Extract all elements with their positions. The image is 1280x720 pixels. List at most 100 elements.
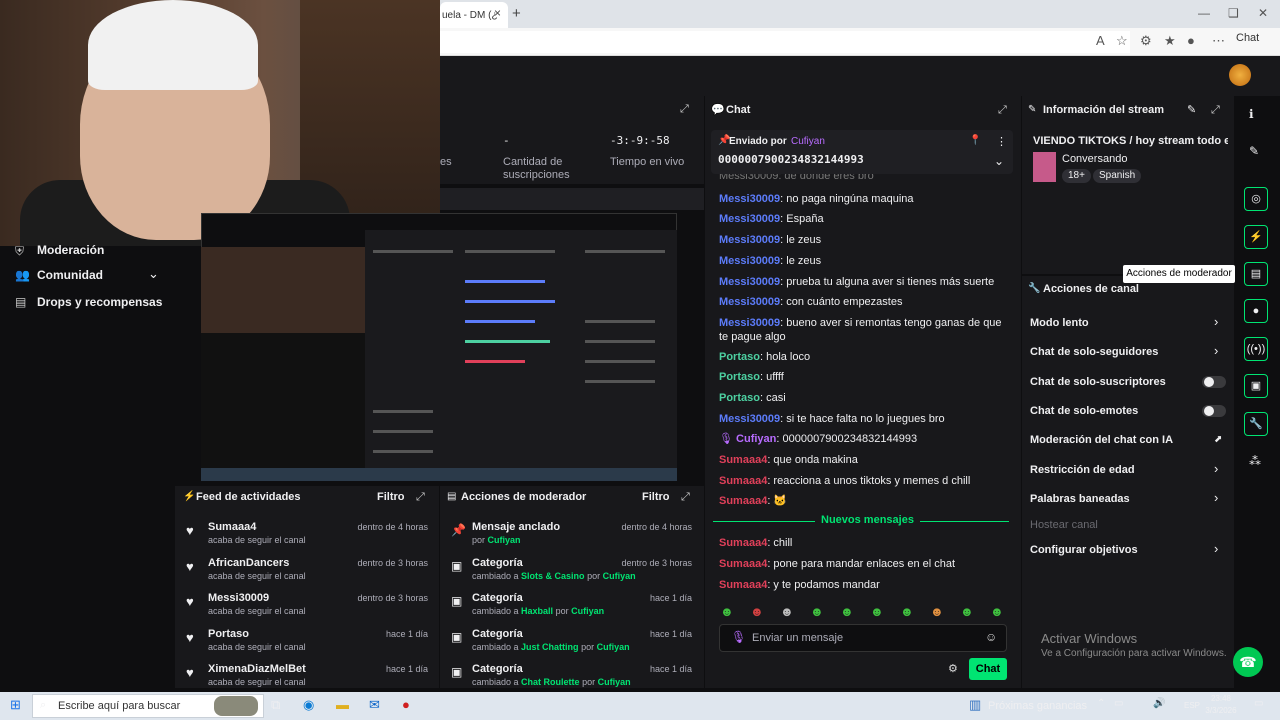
chevron-right-icon[interactable]: ›	[1214, 461, 1218, 476]
headset-help-button[interactable]: ☎	[1233, 647, 1263, 677]
mod-action-target[interactable]: Haxball	[521, 606, 553, 616]
activity-filter-button[interactable]: Filtro	[377, 491, 405, 503]
emote-icon[interactable]: ☻	[990, 604, 1004, 619]
task-view-icon[interactable]: ⧉	[271, 697, 280, 713]
user-avatar[interactable]	[1229, 64, 1251, 86]
wrench-icon[interactable]: 🔧	[1244, 412, 1268, 436]
chat-username[interactable]: Messi30009	[719, 234, 780, 246]
chevron-right-icon[interactable]: ›	[1214, 343, 1218, 358]
emote-icon[interactable]: ☻	[960, 604, 974, 619]
mic-icon[interactable]: 🎙	[731, 630, 746, 644]
stocks-icon[interactable]: ▥	[969, 697, 981, 713]
channel-action-row[interactable]: Chat de solo-suscriptores	[1030, 376, 1166, 388]
emote-icon[interactable]: ☻	[840, 604, 854, 619]
emote-icon[interactable]: ☻	[720, 604, 734, 619]
chat-username[interactable]: Messi30009	[719, 296, 780, 308]
mod-action-user[interactable]: Cufiyan	[603, 571, 636, 581]
taskbar-widget-text[interactable]: Próximas ganancias	[988, 700, 1087, 712]
chat-username[interactable]: Sumaaa4	[719, 558, 767, 570]
mod-actions-filter-button[interactable]: Filtro	[642, 491, 670, 503]
chevron-down-icon[interactable]: ⌄	[994, 154, 1004, 168]
bolt-icon[interactable]: ⚡	[1244, 225, 1268, 249]
toggle-switch[interactable]	[1202, 405, 1226, 417]
chat-settings-icon[interactable]: ⚙	[948, 662, 958, 675]
chat-username[interactable]: Messi30009	[719, 413, 780, 425]
maximize-icon[interactable]: ❑	[1228, 6, 1239, 20]
broadcast-icon[interactable]: ((•))	[1244, 337, 1268, 361]
emote-icon[interactable]: ☻	[810, 604, 824, 619]
camera-icon[interactable]: ◎	[1244, 187, 1268, 211]
chat-username[interactable]: Sumaaa4	[719, 475, 767, 487]
mail-icon[interactable]: ✉	[369, 697, 380, 713]
chevron-right-icon[interactable]: ›	[1214, 490, 1218, 505]
pencil-icon[interactable]: ✎	[1249, 144, 1259, 158]
chat-username[interactable]: Messi30009	[719, 255, 780, 267]
channel-action-row[interactable]: Palabras baneadas	[1030, 493, 1130, 505]
mod-action-user[interactable]: Cufiyan	[571, 606, 604, 616]
mod-action-user[interactable]: Cufiyan	[598, 677, 631, 687]
edge-icon[interactable]: ◉	[303, 697, 314, 713]
read-aloud-icon[interactable]: A	[1096, 33, 1105, 48]
favorite-star-icon[interactable]: ☆	[1116, 33, 1128, 49]
channel-action-row[interactable]: Chat de solo-emotes	[1030, 405, 1138, 417]
mod-action-target[interactable]: Slots & Casino	[521, 571, 585, 581]
toggle-switch[interactable]	[1202, 376, 1226, 388]
video-icon[interactable]: ▣	[1244, 374, 1268, 398]
expand-icon[interactable]: ⤢	[998, 104, 1007, 117]
chat-username[interactable]: Messi30009	[719, 276, 780, 288]
expand-icon[interactable]: ⤢	[416, 491, 425, 504]
notifications-icon[interactable]: ▭	[1254, 698, 1263, 709]
windows-start-icon[interactable]: ⊞	[10, 697, 21, 713]
tray-chevron-icon[interactable]: ⌃	[1097, 698, 1105, 709]
chat-username[interactable]: Portaso	[719, 351, 760, 363]
mod-action-target[interactable]: Just Chatting	[521, 642, 579, 652]
tag-mature[interactable]: 18+	[1062, 169, 1091, 183]
channel-action-row[interactable]: Configurar objetivos	[1030, 544, 1138, 556]
mod-action-user[interactable]: Cufiyan	[597, 642, 630, 652]
profile-icon[interactable]: ●	[1187, 33, 1195, 48]
nav-item-comunidad[interactable]: Comunidad	[37, 268, 103, 282]
chat-username[interactable]: Portaso	[719, 371, 760, 383]
chat-username[interactable]: Sumaaa4	[719, 454, 767, 466]
nav-item-moderacion[interactable]: Moderación	[37, 243, 104, 257]
mod-action-user[interactable]: Cufiyan	[488, 535, 521, 545]
channel-action-row[interactable]: Chat de solo-seguidores	[1030, 346, 1158, 358]
minimize-icon[interactable]: —	[1198, 6, 1210, 20]
favorites-icon[interactable]: ★	[1164, 33, 1176, 49]
chat-username[interactable]: Messi30009	[719, 193, 780, 205]
url-input[interactable]	[440, 31, 1130, 53]
clock-time[interactable]: 23:48	[1206, 694, 1236, 703]
expand-icon[interactable]: ⤢	[1211, 104, 1220, 117]
info-icon[interactable]: ℹ	[1249, 107, 1254, 121]
extensions-icon[interactable]: ⚙	[1140, 33, 1152, 49]
more-options-icon[interactable]: ⋮	[996, 135, 1007, 148]
share-icon[interactable]: ⁂	[1249, 454, 1261, 468]
clock-date[interactable]: 3/3/2026	[1204, 706, 1238, 715]
language-indicator[interactable]: ESP	[1184, 701, 1200, 710]
network-icon[interactable]: ▭	[1114, 698, 1123, 709]
chat-icon[interactable]: ●	[1244, 299, 1268, 323]
channel-action-row[interactable]: Modo lento	[1030, 317, 1089, 329]
channel-action-row[interactable]: Restricción de edad	[1030, 464, 1135, 476]
mod-action-target[interactable]: Chat Roulette	[521, 677, 580, 687]
volume-icon[interactable]: 🔊	[1153, 698, 1165, 709]
tab-close-icon[interactable]: ×	[494, 6, 501, 20]
emote-picker-icon[interactable]: ☺	[985, 630, 997, 644]
copilot-chat-button[interactable]: Chat	[1236, 32, 1259, 44]
external-link-icon[interactable]: ⬈	[1214, 434, 1222, 445]
menu-dots-icon[interactable]: ⋯	[1212, 33, 1225, 49]
channel-action-row[interactable]: Moderación del chat con IA	[1030, 434, 1173, 446]
new-tab-icon[interactable]: +	[512, 5, 521, 22]
tag-language[interactable]: Spanish	[1093, 169, 1142, 183]
chat-username[interactable]: Sumaaa4	[719, 579, 767, 591]
unpin-icon[interactable]: 📍	[969, 135, 981, 146]
chevron-right-icon[interactable]: ›	[1214, 314, 1218, 329]
file-explorer-icon[interactable]: ▬	[336, 697, 349, 712]
app-icon[interactable]: ●	[402, 697, 410, 712]
emote-icon[interactable]: ☻	[900, 604, 914, 619]
emote-icon[interactable]: ☻	[870, 604, 884, 619]
emote-icon[interactable]: ☻	[780, 604, 794, 619]
emote-icon[interactable]: ☻	[750, 604, 764, 619]
chat-username[interactable]: Messi30009	[719, 317, 780, 329]
edit-icon[interactable]: ✎	[1187, 103, 1196, 116]
